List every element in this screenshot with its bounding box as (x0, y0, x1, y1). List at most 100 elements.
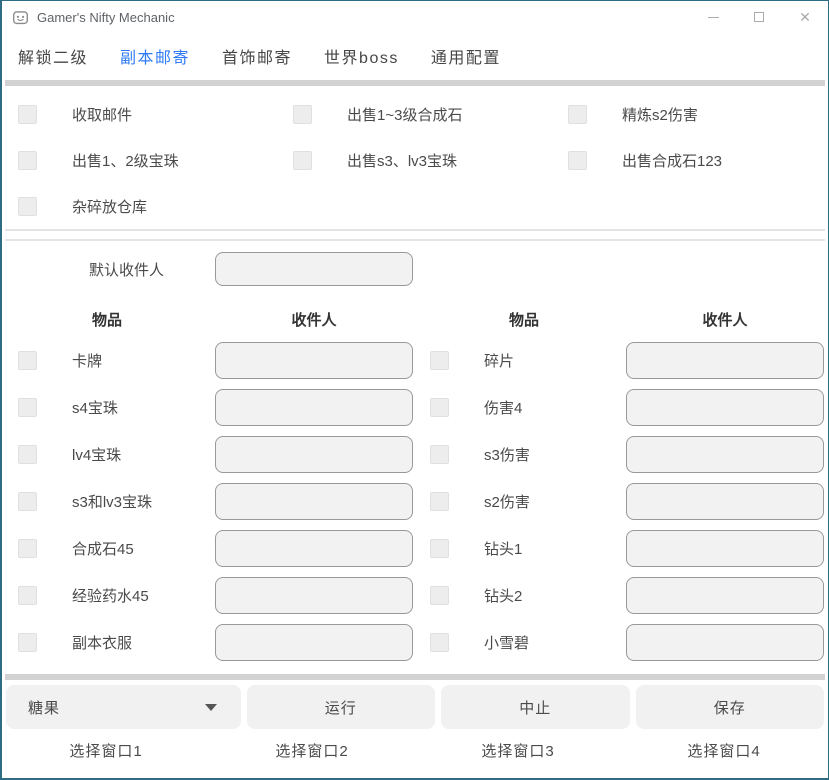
checkbox-sell-orb-1-2[interactable] (18, 151, 37, 170)
select-window-2[interactable]: 选择窗口2 (212, 740, 412, 761)
header-item-right: 物品 (416, 309, 632, 330)
checkbox-s2-damage[interactable] (430, 492, 449, 511)
chevron-down-icon (205, 704, 217, 711)
recipient-input-s4-orb[interactable] (215, 389, 413, 426)
item-label: s3和lv3宝珠 (72, 491, 200, 512)
recipient-input-fragment[interactable] (626, 342, 824, 379)
recipient-input-s2-damage[interactable] (626, 483, 824, 520)
checkbox-sell-synth-stone-123[interactable] (568, 151, 587, 170)
header-recipient-right: 收件人 (632, 309, 818, 330)
item-label: 合成石45 (72, 538, 200, 559)
recipient-input-lv4-orb[interactable] (215, 436, 413, 473)
header-recipient-left: 收件人 (212, 309, 416, 330)
item-table: 卡牌 碎片 s4宝珠 伤害4 lv4宝珠 s3伤害 s3和lv3宝珠 (2, 337, 828, 666)
checkbox-fragment[interactable] (430, 351, 449, 370)
select-window-row: 选择窗口1 选择窗口2 选择窗口3 选择窗口4 (2, 729, 828, 761)
minimize-button[interactable] (690, 1, 736, 33)
checkbox-sell-synth-stone-1-3[interactable] (293, 105, 312, 124)
option-refine-s2-damage: 精炼s2伤害 (552, 104, 827, 125)
tab-dungeon-mail[interactable]: 副本邮寄 (120, 44, 190, 68)
options-row-2: 出售1、2级宝珠 出售s3、lv3宝珠 出售合成石123 (2, 137, 828, 183)
checkbox-sprite[interactable] (430, 633, 449, 652)
close-button[interactable]: ✕ (782, 1, 828, 33)
tab-general-config[interactable]: 通用配置 (431, 44, 501, 68)
checkbox-junk-to-warehouse[interactable] (18, 197, 37, 216)
select-window-4[interactable]: 选择窗口4 (624, 740, 824, 761)
item-label: 经验药水45 (72, 585, 200, 606)
tab-bar: 解锁二级 副本邮寄 首饰邮寄 世界boss 通用配置 (2, 33, 828, 80)
checkbox-lv4-orb[interactable] (18, 445, 37, 464)
checkbox-damage4[interactable] (430, 398, 449, 417)
recipient-input-exp-potion-45[interactable] (215, 577, 413, 614)
recipient-input-card[interactable] (215, 342, 413, 379)
checkbox-drill2[interactable] (430, 586, 449, 605)
recipient-input-damage4[interactable] (626, 389, 824, 426)
window-controls: ✕ (690, 1, 828, 33)
table-row: s3和lv3宝珠 s2伤害 (2, 478, 828, 525)
default-recipient-input[interactable] (215, 252, 413, 286)
checkbox-collect-mail[interactable] (18, 105, 37, 124)
checkbox-s3-damage[interactable] (430, 445, 449, 464)
abort-button[interactable]: 中止 (441, 685, 630, 729)
item-label: 钻头1 (484, 538, 612, 559)
header-item-left: 物品 (2, 309, 212, 330)
checkbox-synth-stone-45[interactable] (18, 539, 37, 558)
table-row: 卡牌 碎片 (2, 337, 828, 384)
table-row: 副本衣服 小雪碧 (2, 619, 828, 666)
tab-world-boss[interactable]: 世界boss (324, 44, 399, 68)
table-row: 合成石45 钻头1 (2, 525, 828, 572)
checkbox-dungeon-clothes[interactable] (18, 633, 37, 652)
table-row: lv4宝珠 s3伤害 (2, 431, 828, 478)
checkbox-refine-s2-damage[interactable] (568, 105, 587, 124)
recipient-input-drill1[interactable] (626, 530, 824, 567)
option-label: 杂碎放仓库 (72, 196, 147, 217)
option-label: 出售合成石123 (622, 150, 722, 171)
option-label: 出售1~3级合成石 (347, 104, 462, 125)
item-label: 碎片 (484, 350, 612, 371)
checkbox-exp-potion-45[interactable] (18, 586, 37, 605)
options-section: 收取邮件 出售1~3级合成石 精炼s2伤害 出售1、2级宝珠 出售s3、lv3宝… (2, 86, 828, 229)
save-button[interactable]: 保存 (636, 685, 825, 729)
option-sell-s3-lv3-orb: 出售s3、lv3宝珠 (277, 150, 552, 171)
select-window-1[interactable]: 选择窗口1 (6, 740, 206, 761)
default-recipient-row: 默认收件人 (2, 251, 828, 287)
checkbox-sell-s3-lv3-orb[interactable] (293, 151, 312, 170)
option-sell-orb-1-2: 出售1、2级宝珠 (2, 150, 277, 171)
option-sell-synth-stone-1-3: 出售1~3级合成石 (277, 104, 552, 125)
window-select-dropdown[interactable]: 糖果 (6, 685, 241, 729)
item-label: s4宝珠 (72, 397, 200, 418)
table-row: s4宝珠 伤害4 (2, 384, 828, 431)
recipient-input-sprite[interactable] (626, 624, 824, 661)
select-window-3[interactable]: 选择窗口3 (418, 740, 618, 761)
checkbox-drill1[interactable] (430, 539, 449, 558)
minimize-icon (708, 17, 719, 18)
maximize-button[interactable] (736, 1, 782, 33)
item-label: 小雪碧 (484, 632, 612, 653)
checkbox-s4-orb[interactable] (18, 398, 37, 417)
checkbox-card[interactable] (18, 351, 37, 370)
checkbox-s3-lv3-orb[interactable] (18, 492, 37, 511)
option-label: 收取邮件 (72, 104, 132, 125)
recipient-input-synth-stone-45[interactable] (215, 530, 413, 567)
item-label: 副本衣服 (72, 632, 200, 653)
divider-line-2 (5, 239, 825, 241)
recipient-input-s3-damage[interactable] (626, 436, 824, 473)
window-select-value: 糖果 (28, 697, 60, 718)
item-label: s3伤害 (484, 444, 612, 465)
run-button[interactable]: 运行 (247, 685, 436, 729)
tab-unlock-level2[interactable]: 解锁二级 (18, 44, 88, 68)
title-bar: Gamer's Nifty Mechanic ✕ (2, 1, 828, 33)
options-row-1: 收取邮件 出售1~3级合成石 精炼s2伤害 (2, 91, 828, 137)
app-window: Gamer's Nifty Mechanic ✕ 解锁二级 副本邮寄 首饰邮寄 … (0, 0, 829, 780)
recipient-input-s3-lv3-orb[interactable] (215, 483, 413, 520)
option-junk-to-warehouse: 杂碎放仓库 (2, 196, 277, 217)
item-label: s2伤害 (484, 491, 612, 512)
option-collect-mail: 收取邮件 (2, 104, 277, 125)
table-header-row: 物品 收件人 物品 收件人 (2, 309, 828, 330)
recipient-input-drill2[interactable] (626, 577, 824, 614)
default-recipient-label: 默认收件人 (18, 259, 164, 280)
item-label: 伤害4 (484, 397, 612, 418)
option-label: 精炼s2伤害 (622, 104, 698, 125)
recipient-input-dungeon-clothes[interactable] (215, 624, 413, 661)
tab-jewelry-mail[interactable]: 首饰邮寄 (222, 44, 292, 68)
